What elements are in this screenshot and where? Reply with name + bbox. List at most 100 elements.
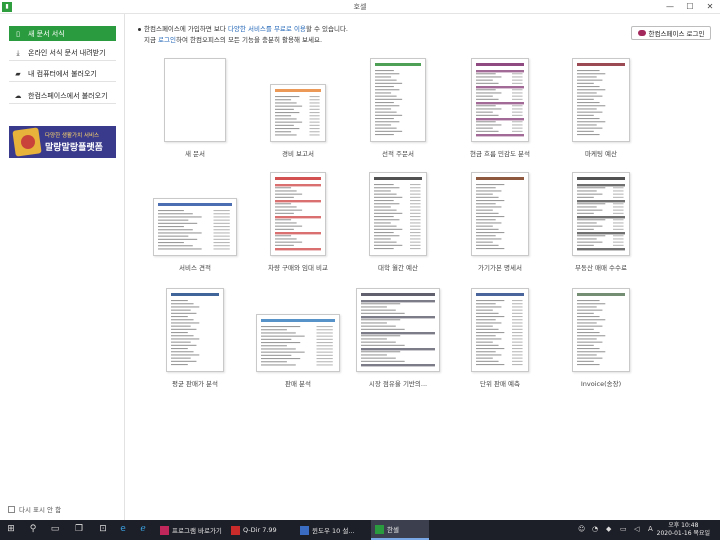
edge-icon[interactable]: e: [116, 524, 130, 534]
sidebar-item-label: 온라인 서식 문서 내려받기: [28, 49, 106, 57]
template-preview-graphic: [577, 293, 625, 366]
template-thumbnail[interactable]: [369, 172, 427, 256]
taskbar-app-qdir[interactable]: Q-Dir 7.99: [227, 520, 293, 540]
template-gallery: 한컴스페이스에 가입하면 보다 다양한 서비스를 무료로 이용할 수 있습니다.…: [126, 14, 720, 520]
clock-date: 2020-01-16 목요일: [656, 530, 710, 537]
template-label[interactable]: 부동산 매매 수수료: [551, 262, 651, 272]
window-title: 호셀: [353, 3, 367, 11]
title-bar: ▮ 호셀 — ☐ ✕: [0, 0, 720, 14]
template-thumbnail[interactable]: [356, 288, 440, 372]
banner-subtitle: 다양한 생활가치 서비스: [45, 133, 100, 139]
sidebar-item-label: 한컴스페이스에서 불러오기: [28, 92, 108, 100]
dont-show-label: 다시 표시 안 함: [19, 506, 62, 514]
template-label[interactable]: 마케팅 예산: [551, 148, 651, 158]
template-preview-graphic: [275, 177, 321, 251]
template-thumbnail[interactable]: [471, 58, 529, 142]
template-label[interactable]: 경비 보고서: [248, 148, 348, 158]
template-preview-graphic: [476, 177, 524, 250]
hancomspace-login-button[interactable]: 한컴스페이스 로그인: [631, 26, 711, 40]
free-service-link[interactable]: 다양한 서비스를 무료로 이용: [228, 25, 306, 33]
store-icon[interactable]: ⊡: [96, 524, 110, 534]
tray-volume-icon[interactable]: ◁: [634, 525, 639, 533]
template-label[interactable]: 서비스 견적: [145, 262, 245, 272]
doc-icon: [300, 525, 309, 535]
template-label[interactable]: 현금 흐름 민감도 분석: [450, 148, 550, 158]
taskbar-app-hancell[interactable]: 한셀: [371, 520, 429, 540]
clock-time: 오후 10:48: [668, 522, 699, 529]
taskbar: ⊞ ⚲ ▭ ❐ ⊡ e ℯ 프로그램 바로가기 Q-Dir 7.99 윈도우 1…: [0, 520, 720, 540]
sidebar-item-open-local[interactable]: ▰ 내 컴퓨터에서 불러오기: [9, 67, 116, 82]
template-thumbnail[interactable]: [166, 288, 224, 372]
sidebar-item-download-online[interactable]: ⤓ 온라인 서식 문서 내려받기: [9, 46, 116, 61]
new-doc-icon: ▯: [16, 29, 20, 38]
hancom-icon: [637, 30, 646, 36]
template-preview-graphic: [374, 177, 422, 250]
tray-network-icon[interactable]: ◔: [592, 525, 598, 533]
start-icon[interactable]: ⊞: [4, 524, 18, 534]
template-thumbnail[interactable]: [370, 58, 426, 142]
platform-banner[interactable]: 다양한 생활가치 서비스 말랑말랑플랫폼: [9, 126, 116, 158]
template-preview-graphic: [361, 293, 435, 367]
close-button[interactable]: ✕: [700, 0, 720, 14]
template-preview-graphic: [375, 63, 421, 136]
template-preview-graphic: [476, 293, 524, 366]
template-thumbnail[interactable]: [153, 198, 237, 256]
download-icon: ⤓: [16, 48, 20, 57]
tray-battery-icon[interactable]: ▭: [620, 525, 627, 533]
task-view-icon[interactable]: ❐: [72, 524, 86, 534]
template-label[interactable]: 대학 월간 예산: [348, 262, 448, 272]
template-label[interactable]: 선적 주문서: [348, 148, 448, 158]
login-link[interactable]: 로그인: [158, 36, 176, 44]
sidebar-item-open-hancomspace[interactable]: ☁ 한컴스페이스에서 불러오기: [9, 89, 116, 104]
template-thumbnail[interactable]: [270, 84, 326, 142]
tray-ime-icon[interactable]: A: [648, 525, 653, 533]
template-preview-graphic: [261, 319, 335, 366]
template-label[interactable]: 판매 분석: [248, 378, 348, 388]
template-label[interactable]: 평균 판매가 분석: [145, 378, 245, 388]
tray-people-icon[interactable]: ☺: [578, 525, 585, 533]
template-preview-graphic: [275, 89, 321, 136]
template-label[interactable]: 가기가본 명세서: [450, 262, 550, 272]
maximize-button[interactable]: ☐: [680, 0, 700, 14]
template-preview-graphic: [577, 177, 625, 251]
taskbar-app-windows10[interactable]: 윈도우 10 설...: [296, 520, 368, 540]
template-label[interactable]: 시장 점유율 기반의...: [348, 378, 448, 388]
template-thumbnail[interactable]: [471, 172, 529, 256]
dont-show-checkbox[interactable]: [8, 505, 15, 513]
dont-show-again[interactable]: 다시 표시 안 함: [8, 504, 61, 514]
signup-notice: 한컴스페이스에 가입하면 보다 다양한 서비스를 무료로 이용할 수 있습니다.…: [138, 24, 348, 46]
tray-shield-icon[interactable]: ◆: [606, 525, 611, 533]
template-thumbnail[interactable]: [572, 172, 630, 256]
template-thumbnail[interactable]: [270, 172, 326, 256]
folder-icon: ▰: [15, 70, 21, 78]
banner-title: 말랑말랑플랫폼: [45, 143, 103, 153]
folder-icon[interactable]: ▭: [48, 524, 62, 534]
template-label[interactable]: 새 문서: [145, 148, 245, 158]
template-preview-graphic: [158, 203, 232, 250]
search-icon[interactable]: ⚲: [26, 524, 40, 534]
template-thumbnail[interactable]: [572, 58, 630, 142]
template-thumbnail[interactable]: [256, 314, 340, 372]
cloud-icon: ☁: [14, 92, 22, 100]
qdir-icon: [231, 525, 240, 535]
template-label[interactable]: 차량 구매와 임대 비교: [248, 262, 348, 272]
hancell-icon: [375, 524, 384, 534]
ie-icon[interactable]: ℯ: [136, 524, 150, 534]
minimize-button[interactable]: —: [660, 0, 680, 14]
taskbar-app-shortcuts[interactable]: 프로그램 바로가기: [156, 520, 224, 540]
banner-art-icon: [21, 135, 35, 149]
taskbar-clock[interactable]: 오후 10:48 2020-01-16 목요일: [657, 522, 710, 538]
template-preview-graphic: [577, 63, 625, 136]
bullet-icon: [138, 27, 141, 31]
template-preview-graphic: [171, 293, 219, 366]
sidebar: ▯ 새 문서 서식 ⤓ 온라인 서식 문서 내려받기 ▰ 내 컴퓨터에서 불러오…: [0, 14, 125, 520]
template-thumbnail[interactable]: [471, 288, 529, 372]
template-thumbnail[interactable]: [164, 58, 226, 142]
tv-icon: [160, 525, 169, 535]
sidebar-item-label: 내 컴퓨터에서 불러오기: [28, 70, 97, 78]
sidebar-item-new-template[interactable]: ▯ 새 문서 서식: [9, 26, 116, 41]
template-label[interactable]: Invoice(송장): [551, 378, 651, 388]
sidebar-item-label: 새 문서 서식: [28, 29, 65, 38]
template-label[interactable]: 단위 판매 예측: [450, 378, 550, 388]
template-thumbnail[interactable]: [572, 288, 630, 372]
